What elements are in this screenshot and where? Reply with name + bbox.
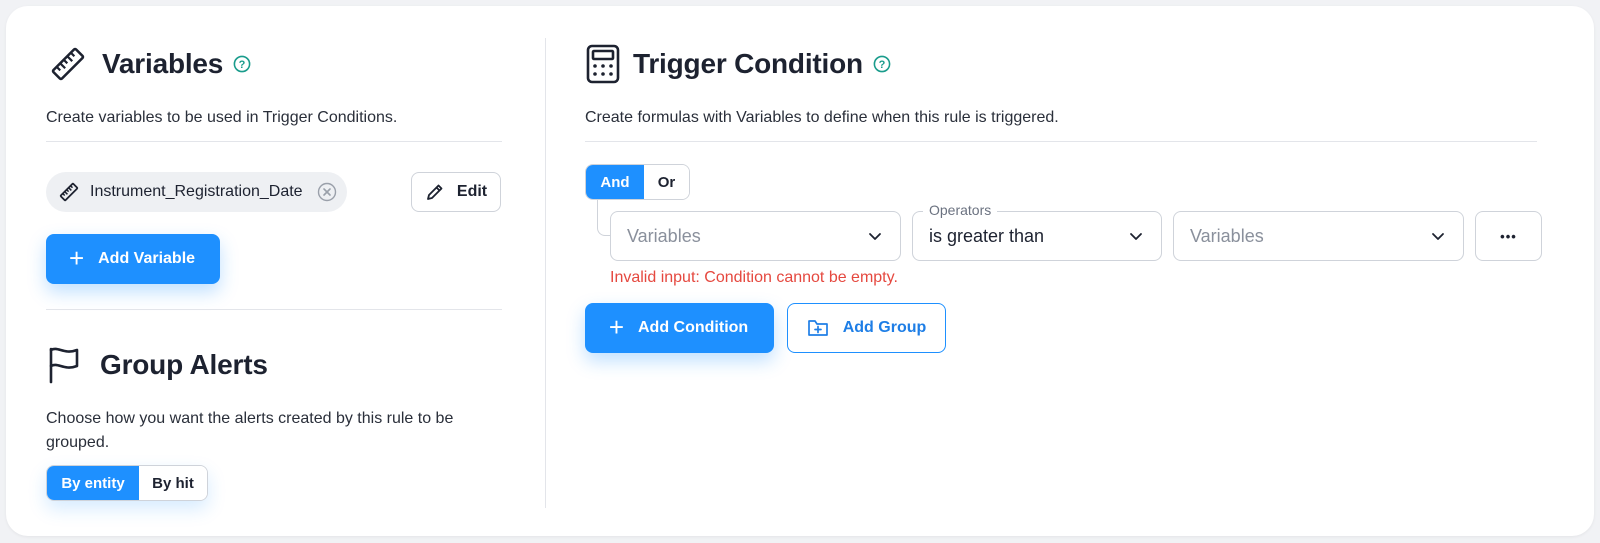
more-icon: ••• [1500,228,1517,244]
right-panel: Trigger Condition ? Create formulas with… [585,6,1570,536]
group-alerts-title: Group Alerts [100,349,268,380]
variables-header: Variables ? [46,42,251,86]
or-option[interactable]: Or [644,165,689,199]
operator-label: Operators [923,202,998,218]
plus-icon: + [608,311,624,342]
variable-chip[interactable]: Instrument_Registration_Date [46,172,347,212]
add-group-label: Add Group [842,319,927,336]
add-condition-label: Add Condition [638,319,749,336]
edit-variables-button[interactable]: Edit [411,172,501,212]
help-circle-icon[interactable]: ? [233,55,251,73]
left-variable-placeholder: Variables [627,225,701,246]
operator-value: is greater than [929,225,1045,246]
logic-toggle: And Or [585,164,690,200]
chevron-down-icon [866,227,884,245]
svg-text:?: ? [879,59,886,71]
ruler-icon [46,42,90,86]
more-options-button[interactable]: ••• [1475,211,1542,261]
chevron-down-icon [1429,227,1447,245]
add-variable-label: Add Variable [98,250,196,267]
plus-icon: + [68,242,85,273]
rule-editor-card: Variables ? Create variables to be used … [6,6,1594,536]
operator-select[interactable]: Operators is greater than [912,202,1162,261]
condition-error: Invalid input: Condition cannot be empty… [610,269,898,286]
calculator-icon [585,42,621,86]
left-variable-select[interactable]: Variables [610,211,901,261]
right-variable-select[interactable]: Variables [1173,211,1464,261]
chevron-down-icon [1127,227,1145,245]
add-condition-button[interactable]: + Add Condition [585,303,774,353]
divider [46,309,502,310]
group-alerts-subtitle: Choose how you want the alerts created b… [46,410,454,451]
divider [46,141,502,142]
add-variable-button[interactable]: + Add Variable [46,234,220,284]
variables-subtitle: Create variables to be used in Trigger C… [46,109,398,126]
ruler-icon [58,181,80,203]
group-connector [597,200,611,236]
right-variable-placeholder: Variables [1190,225,1264,246]
folder-plus-icon [807,318,829,338]
variable-chip-label: Instrument_Registration_Date [90,183,303,200]
and-option[interactable]: And [586,165,644,199]
flag-icon [46,343,82,387]
by-hit-option[interactable]: By hit [139,466,207,500]
help-circle-icon[interactable]: ? [873,55,891,73]
by-entity-option[interactable]: By entity [47,466,139,500]
edit-label: Edit [456,183,488,200]
group-alerts-header: Group Alerts [46,343,268,387]
trigger-subtitle: Create formulas with Variables to define… [585,109,1059,126]
close-circle-icon[interactable] [317,182,337,202]
add-group-button[interactable]: Add Group [787,303,946,353]
grouping-toggle: By entity By hit [46,465,208,501]
pencil-icon [425,182,445,202]
column-divider [545,38,546,508]
variables-title: Variables [102,48,224,79]
svg-text:?: ? [239,59,246,71]
trigger-header: Trigger Condition ? [585,42,891,86]
trigger-title: Trigger Condition [633,48,863,79]
left-panel: Variables ? Create variables to be used … [46,6,502,536]
divider [585,141,1537,142]
